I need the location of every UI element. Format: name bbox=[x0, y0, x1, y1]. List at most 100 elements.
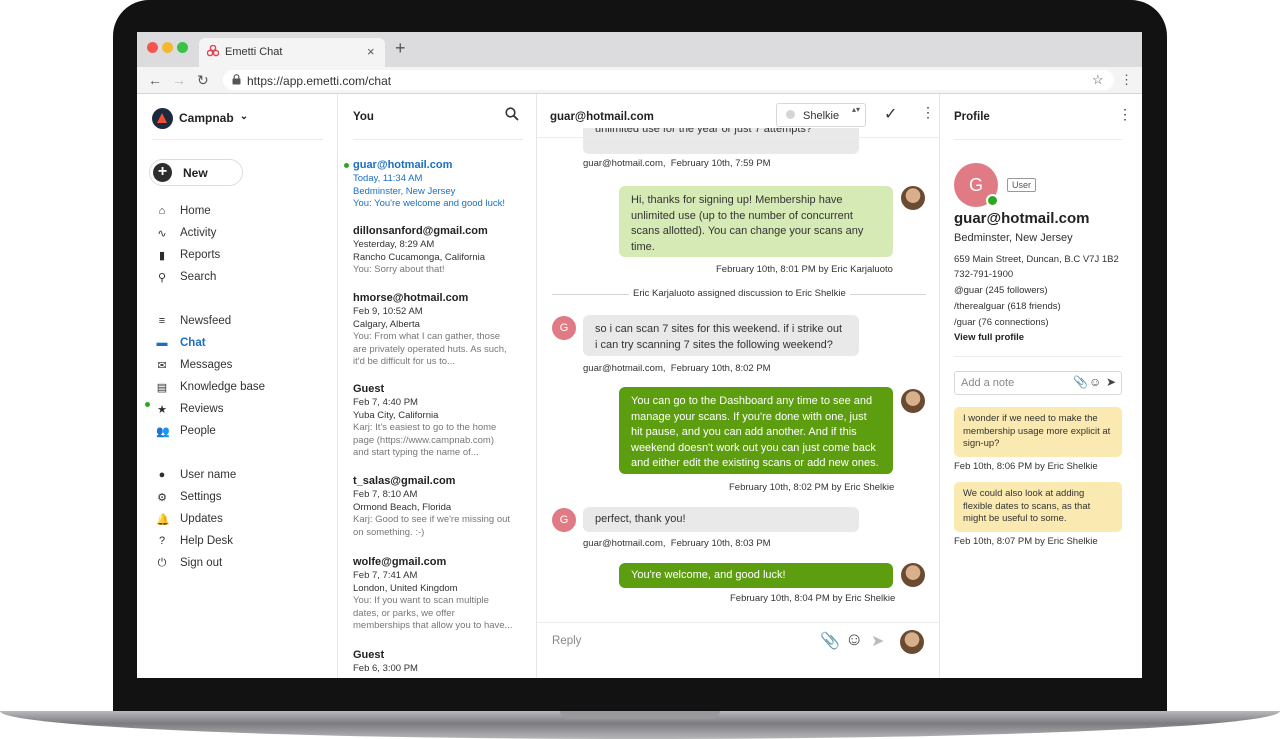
assignee-select[interactable]: Shelkie ▴▾ bbox=[776, 103, 866, 127]
maximize-window-dot[interactable] bbox=[177, 42, 188, 53]
profile-location: Bedminster, New Jersey bbox=[954, 232, 1073, 244]
message-meta: guar@hotmail.com, February 10th, 8:02 PM bbox=[583, 363, 771, 374]
sidebar-item-label: Sign out bbox=[180, 557, 223, 569]
laptop-notch bbox=[560, 711, 720, 719]
divider bbox=[537, 137, 940, 138]
back-icon[interactable]: ← bbox=[148, 72, 162, 88]
profile-social-link[interactable]: /guar (76 connections) bbox=[954, 317, 1049, 328]
profile-address: 659 Main Street, Duncan, B.C V7J 1B2 bbox=[954, 254, 1119, 265]
select-arrows-icon: ▴▾ bbox=[852, 105, 861, 114]
star-icon: ★ bbox=[157, 403, 167, 416]
forward-icon[interactable]: → bbox=[172, 72, 186, 88]
conversation-preview: are privately operated huts. As such, bbox=[353, 343, 507, 355]
tab-close-icon[interactable]: × bbox=[367, 44, 375, 59]
conversation-time: Feb 6, 3:00 PM bbox=[353, 663, 418, 674]
profile-social-link[interactable]: /therealguar (618 friends) bbox=[954, 301, 1061, 312]
sidebar-item-people[interactable]: 👥 People bbox=[156, 423, 216, 439]
message-bubble: You can go to the Dashboard any time to … bbox=[619, 387, 893, 474]
address-field[interactable]: https://app.emetti.com/chat bbox=[223, 70, 1114, 90]
sidebar-item-reports[interactable]: ▮ Reports bbox=[156, 247, 220, 263]
user-badge: User bbox=[1007, 178, 1037, 192]
reports-icon: ▮ bbox=[158, 249, 166, 262]
browser-tab[interactable]: Emetti Chat × bbox=[199, 38, 385, 67]
attach-icon[interactable]: 📎 bbox=[820, 631, 840, 651]
sidebar-item-label: Newsfeed bbox=[180, 315, 232, 327]
sidebar-item-knowledge-base[interactable]: ▤ Knowledge base bbox=[156, 379, 265, 395]
profile-social-link[interactable]: @guar (245 followers) bbox=[954, 285, 1048, 296]
message-author: guar@hotmail.com, bbox=[583, 538, 666, 549]
online-status-dot bbox=[986, 194, 999, 207]
conversation-item[interactable]: t_salas@gmail.com Feb 7, 8:10 AM Ormond Be… bbox=[353, 474, 528, 539]
sidebar-item-user-name[interactable]: ● User name bbox=[156, 467, 237, 483]
message-author: guar@hotmail.com, bbox=[583, 158, 666, 169]
reload-icon[interactable]: ↻ bbox=[197, 72, 209, 89]
sidebar-item-help-desk[interactable]: ? Help Desk bbox=[156, 533, 233, 549]
app: Campnab ⌄ + New ⌂ Home ∿ Activity ▮ Reports ⚲ S… bbox=[137, 94, 1142, 678]
sidebar-item-messages[interactable]: ✉ Messages bbox=[156, 357, 232, 373]
sidebar-item-label: Chat bbox=[180, 337, 206, 349]
conversation-location: Calgary, Alberta bbox=[353, 318, 420, 330]
send-icon[interactable]: ➤ bbox=[1106, 375, 1116, 389]
profile-panel: Profile ⋮ G User guar@hotmail.com Bedmin… bbox=[940, 94, 1142, 678]
message-meta: guar@hotmail.com, February 10th, 8:03 PM bbox=[583, 538, 771, 549]
note-text: I wonder if we need to make the membersh… bbox=[963, 413, 1111, 449]
conversation-item[interactable]: guar@hotmail.com Today, 11:34 AM Bedminste… bbox=[353, 158, 528, 211]
agent-avatar bbox=[901, 186, 925, 210]
minimize-window-dot[interactable] bbox=[162, 42, 173, 53]
conversation-preview: memberships that allow you to have... bbox=[353, 620, 513, 631]
view-full-profile-link[interactable]: View full profile bbox=[954, 332, 1024, 343]
sidebar-item-sign-out[interactable]: ⏻ Sign out bbox=[156, 555, 223, 571]
system-action: assigned discussion to bbox=[697, 288, 794, 299]
conversation-item[interactable]: hmorse@hotmail.com Feb 9, 10:52 AM Calgary… bbox=[353, 291, 528, 369]
conversation-item[interactable]: dillonsanford@gmail.com Yesterday, 8:29 A… bbox=[353, 224, 528, 277]
sidebar-item-search[interactable]: ⚲ Search bbox=[156, 269, 216, 285]
sidebar-item-reviews[interactable]: ★ Reviews bbox=[156, 401, 223, 417]
user-avatar: G bbox=[552, 508, 576, 532]
close-window-dot[interactable] bbox=[147, 42, 158, 53]
message-author: guar@hotmail.com, bbox=[583, 363, 666, 374]
sidebar-item-activity[interactable]: ∿ Activity bbox=[156, 225, 216, 241]
newsfeed-icon: ≡ bbox=[158, 315, 166, 327]
conversation-item[interactable]: wolfe@gmail.com Feb 7, 7:41 AM London, Uni… bbox=[353, 555, 528, 633]
conversation-preview: Karj: It's easiest to go to the home bbox=[353, 422, 497, 433]
attach-icon[interactable]: 📎 bbox=[1073, 375, 1088, 389]
system-actor: Eric Karjaluoto bbox=[633, 288, 695, 299]
new-button[interactable]: + New bbox=[149, 159, 243, 186]
sidebar-item-settings[interactable]: ⚙ Settings bbox=[156, 489, 222, 505]
chat-menu-icon[interactable]: ⋮ bbox=[921, 104, 935, 121]
resolve-check-icon[interactable]: ✓ bbox=[884, 104, 897, 124]
reply-input[interactable]: Reply bbox=[552, 635, 581, 647]
sidebar-item-updates[interactable]: 🔔 Updates bbox=[156, 511, 223, 527]
send-icon[interactable]: ➤ bbox=[871, 631, 884, 651]
add-note-input[interactable]: Add a note 📎 ☺ ➤ bbox=[954, 371, 1122, 395]
new-tab-button[interactable]: + bbox=[395, 38, 406, 59]
reply-composer[interactable]: Reply 📎 ☺ ➤ bbox=[537, 622, 940, 678]
search-icon[interactable] bbox=[505, 107, 519, 121]
divider bbox=[954, 139, 1122, 140]
conversation-preview: You: From what I can gather, those bbox=[353, 331, 500, 342]
sidebar-item-chat[interactable]: ▬ Chat bbox=[156, 335, 206, 351]
emoji-icon[interactable]: ☺ bbox=[1089, 375, 1101, 389]
message-bubble: so i can scan 7 sites for this weekend. … bbox=[583, 315, 859, 356]
sidebar-item-label: Settings bbox=[180, 491, 222, 503]
message-author: Eric Shelkie bbox=[844, 482, 895, 493]
user-icon: ● bbox=[158, 469, 166, 481]
conversation-location: Yuba City, California bbox=[353, 409, 439, 421]
conversation-list: You guar@hotmail.com Today, 11:34 AM Bedmi… bbox=[338, 94, 537, 678]
profile-phone: 732-791-1900 bbox=[954, 269, 1014, 280]
conversation-item[interactable]: Guest Feb 6, 3:00 PM bbox=[353, 648, 528, 676]
profile-menu-icon[interactable]: ⋮ bbox=[1118, 106, 1132, 123]
emoji-icon[interactable]: ☺ bbox=[845, 629, 863, 650]
message-bubble: Hi, thanks for signing up! Membership ha… bbox=[619, 186, 893, 257]
browser-menu-icon[interactable]: ⋮ bbox=[1120, 72, 1133, 88]
note-card: We could also look at adding flexible da… bbox=[954, 482, 1122, 532]
chat-icon: ▬ bbox=[156, 337, 168, 349]
sidebar-item-newsfeed[interactable]: ≡ Newsfeed bbox=[156, 313, 231, 329]
conversation-item[interactable]: Guest Feb 7, 4:40 PM Yuba City, California… bbox=[353, 382, 528, 460]
sidebar-item-home[interactable]: ⌂ Home bbox=[156, 203, 211, 219]
message-text: You can go to the Dashboard any time to … bbox=[631, 395, 879, 469]
bell-icon: 🔔 bbox=[156, 513, 170, 526]
bookmark-star-icon[interactable]: ☆ bbox=[1092, 72, 1104, 88]
org-switcher[interactable]: Campnab ⌄ bbox=[152, 107, 248, 129]
message-bubble: perfect, thank you! bbox=[583, 507, 859, 532]
